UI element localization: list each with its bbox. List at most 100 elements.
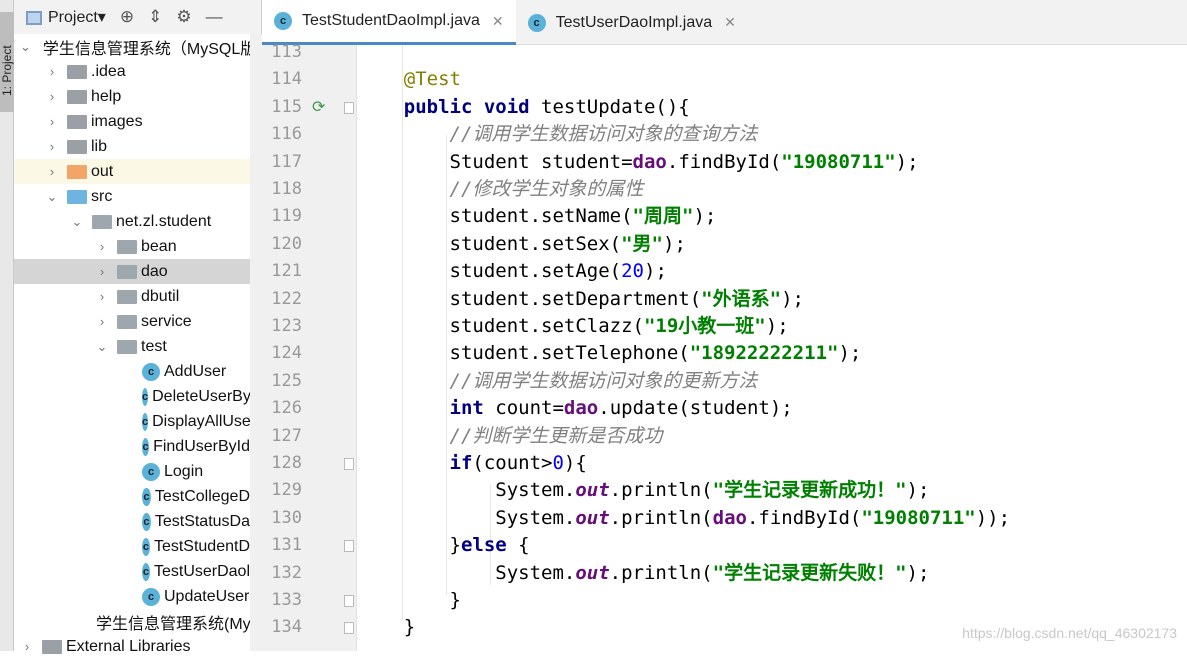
code-editor[interactable]: @Test public void testUpdate(){ //调用学生数据… [357, 45, 1187, 651]
chevron-right-icon[interactable]: › [95, 289, 109, 304]
project-panel: Project▾ ⊕ ⇕ ⚙ — ⌄ 学生信息管理系统（MySQL版 › .idea ›… [14, 0, 262, 655]
code-line: //调用学生数据访问对象的更新方法 [358, 368, 758, 395]
code-token: } [358, 589, 461, 611]
tree-item[interactable]: › out [14, 159, 250, 184]
editor-tabs: c TestStudentDaoImpl.java ✕ c TestUserDaoImp… [262, 0, 1187, 45]
code-token: .findById( [746, 506, 862, 529]
tree-item[interactable]: › lib [14, 134, 250, 159]
tree-item[interactable]: c TestCollegeD [14, 484, 250, 509]
code-line: System.out.println("学生记录更新失败！"); [358, 560, 929, 587]
chevron-right-icon[interactable]: › [45, 89, 59, 104]
code-token: .findById( [666, 150, 782, 173]
chevron-right-icon[interactable]: › [95, 264, 109, 279]
tree-item[interactable]: 学生信息管理系统(MySQL [14, 609, 250, 634]
chevron-down-icon[interactable]: ⌄ [20, 39, 31, 55]
code-token: //修改学生对象的属性 [358, 178, 644, 200]
project-scrollbar[interactable] [250, 34, 262, 651]
code-token: "19080711" [781, 150, 896, 173]
project-view-dropdown[interactable]: Project▾ [26, 7, 106, 27]
code-token: 0 [552, 452, 564, 474]
code-token: "学生记录更新成功！" [712, 479, 907, 502]
tree-item-label: .idea [91, 62, 126, 80]
editor-tab[interactable]: c TestStudentDaoImpl.java ✕ [262, 0, 516, 45]
editor-gutter: 113 114 115 ⟳ 116 117 118 119 120 121 122 123 124 125… [262, 42, 357, 651]
close-icon[interactable]: ✕ [492, 13, 504, 30]
code-line: student.setClazz("19小教一班"); [358, 313, 789, 340]
chevron-right-icon[interactable]: › [45, 64, 59, 79]
fold-marker-icon[interactable] [344, 458, 354, 470]
java-class-icon: c [142, 362, 160, 381]
code-token: //调用学生数据访问对象的更新方法 [358, 369, 758, 392]
chevron-right-icon[interactable]: › [45, 164, 59, 179]
run-test-icon[interactable]: ⟳ [312, 97, 325, 117]
tree-item[interactable]: › service [14, 309, 250, 334]
code-token: )); [975, 506, 1011, 529]
close-icon[interactable]: ✕ [724, 14, 736, 31]
fold-marker-icon[interactable] [344, 101, 354, 114]
chevron-right-icon[interactable]: › [20, 639, 34, 654]
fold-marker-icon[interactable] [344, 540, 354, 553]
line-number: 113 [271, 42, 302, 62]
chevron-right-icon[interactable]: › [95, 239, 109, 254]
line-number: 131 [271, 535, 302, 556]
tree-item[interactable]: c DisplayAllUse [14, 409, 250, 434]
collapse-icon[interactable]: ⇕ [148, 7, 162, 27]
folder-icon [67, 139, 87, 154]
tree-item[interactable]: › dbutil [14, 284, 250, 309]
tree-item[interactable]: › bean [14, 234, 250, 259]
tree-item[interactable]: › help [14, 84, 250, 109]
tree-item[interactable]: c TestStudentD [14, 534, 250, 559]
locate-icon[interactable]: ⊕ [120, 7, 134, 27]
tree-item[interactable]: › External Libraries [14, 634, 250, 659]
editor-tab[interactable]: c TestUserDaoImpl.java ✕ [516, 0, 748, 45]
tree-item[interactable]: ⌄ 学生信息管理系统（MySQL版 [14, 34, 250, 59]
project-tool-tab[interactable]: 1: Project [0, 12, 14, 112]
package-icon [117, 239, 137, 254]
tree-item-label: test [141, 337, 167, 355]
tab-label: TestStudentDaoImpl.java [302, 12, 480, 29]
tree-item[interactable]: ⌄ src [14, 184, 250, 209]
chevron-down-icon[interactable]: ⌄ [95, 339, 109, 355]
chevron-right-icon[interactable]: › [45, 114, 59, 129]
chevron-right-icon[interactable]: › [95, 314, 109, 329]
tree-item-label: lib [91, 137, 108, 155]
tree-item[interactable]: c Login [14, 459, 250, 484]
tree-item-label: FindUserById [153, 437, 250, 455]
tree-item[interactable]: c AddUser [14, 359, 250, 384]
line-number: 124 [271, 343, 302, 364]
code-token: .println( [609, 479, 713, 502]
chevron-right-icon[interactable]: › [45, 139, 59, 154]
code-token: student.setClazz( [358, 315, 644, 337]
tree-item[interactable]: c TestUserDaol [14, 559, 250, 584]
code-token: @Test [358, 68, 461, 91]
tree-item[interactable]: › .idea [14, 59, 250, 84]
tree-item[interactable]: c UpdateUser [14, 584, 250, 609]
code-token: out [575, 561, 610, 584]
line-number: 127 [271, 425, 302, 446]
code-token: .update(student); [598, 397, 793, 420]
java-class-icon: c [142, 437, 150, 456]
fold-marker-icon[interactable] [344, 595, 354, 607]
code-line: student.setSex("男"); [358, 231, 686, 258]
tree-item[interactable]: › dao [14, 259, 250, 284]
code-token: } [358, 616, 416, 639]
tree-item[interactable]: c TestStatusDa [14, 509, 250, 534]
fold-marker-icon[interactable] [344, 622, 354, 635]
code-token: student.setDepartment( [358, 287, 702, 310]
tree-item[interactable]: c DeleteUserBy [14, 384, 250, 409]
tree-item[interactable]: ⌄ net.zl.student [14, 209, 250, 234]
tree-item-label: Login [164, 462, 204, 480]
tree-item-label: net.zl.student [116, 212, 212, 230]
minimize-icon[interactable]: — [206, 7, 223, 27]
tree-item[interactable]: c FindUserById [14, 434, 250, 459]
code-line: @Test [358, 66, 461, 93]
tree-item[interactable]: ⌄ test [14, 334, 250, 359]
code-token: ); [838, 342, 862, 365]
code-token: student.setTelephone( [358, 342, 690, 365]
tree-item-label: TestStudentD [153, 537, 250, 555]
code-token: dao [712, 506, 747, 529]
gear-icon[interactable]: ⚙ [176, 7, 191, 27]
chevron-down-icon[interactable]: ⌄ [45, 189, 59, 205]
tree-item[interactable]: › images [14, 109, 250, 134]
chevron-down-icon[interactable]: ⌄ [70, 214, 84, 230]
